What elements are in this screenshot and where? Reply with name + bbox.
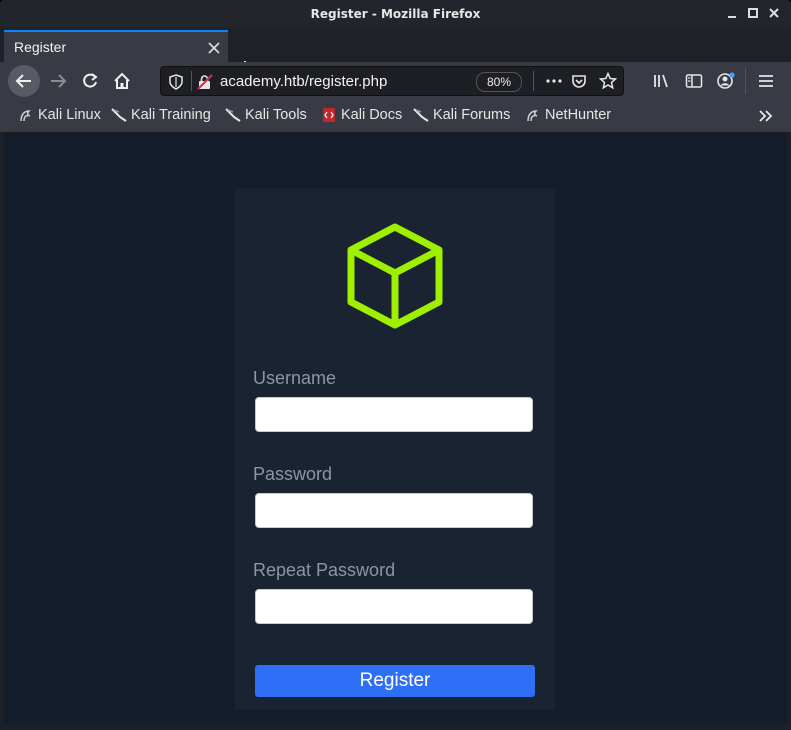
username-input[interactable] bbox=[256, 398, 532, 431]
bookmark-label: Kali Training bbox=[131, 107, 211, 123]
url-text[interactable]: academy.htb/register.php bbox=[220, 73, 387, 90]
browser-window: Register - Mozilla Firefox Register acad… bbox=[0, 0, 791, 730]
register-button[interactable]: Register bbox=[255, 665, 535, 697]
bookmark-kali-docs[interactable]: Kali Docs bbox=[321, 107, 402, 123]
sidebar-icon[interactable] bbox=[680, 67, 708, 95]
bookmark-kali-forums[interactable]: Kali Forums bbox=[413, 107, 510, 123]
reload-icon[interactable] bbox=[76, 67, 104, 95]
chevron-overflow-icon[interactable] bbox=[758, 108, 774, 128]
maximize-icon[interactable] bbox=[746, 7, 760, 21]
account-icon[interactable] bbox=[712, 67, 740, 95]
more-actions-icon[interactable] bbox=[545, 73, 563, 93]
repeat-password-label: Repeat Password bbox=[253, 560, 396, 580]
minimize-icon[interactable] bbox=[725, 7, 739, 21]
close-window-icon[interactable] bbox=[767, 7, 781, 21]
kali-docs-icon bbox=[321, 107, 337, 123]
zoom-level[interactable]: 80% bbox=[476, 72, 522, 92]
url-bar[interactable]: academy.htb/register.php 80% bbox=[160, 66, 624, 96]
pocket-icon[interactable] bbox=[571, 73, 587, 93]
window-title: Register - Mozilla Firefox bbox=[310, 7, 481, 21]
bookmark-kali-linux[interactable]: Kali Linux bbox=[18, 107, 101, 123]
url-separator-2 bbox=[533, 71, 534, 91]
bookmark-label: Kali Forums bbox=[433, 107, 511, 123]
tab-bar: Register bbox=[0, 28, 791, 75]
bookmark-star-icon[interactable] bbox=[598, 71, 618, 94]
bookmark-label: Kali Linux bbox=[38, 107, 101, 123]
menu-icon[interactable] bbox=[752, 67, 780, 95]
kali-knife-icon bbox=[413, 107, 429, 123]
password-field[interactable] bbox=[255, 493, 533, 528]
toolbar-separator bbox=[745, 68, 746, 94]
url-separator bbox=[191, 71, 192, 91]
repeat-password-input[interactable] bbox=[256, 590, 532, 623]
back-arrow-icon[interactable] bbox=[10, 67, 38, 95]
bookmark-label: Kali Docs bbox=[341, 107, 403, 123]
tab-register[interactable]: Register bbox=[4, 30, 228, 62]
bookmark-label: NetHunter bbox=[545, 107, 612, 123]
bookmarks-toolbar: Kali Linux Kali Training Kali Tools Kali… bbox=[0, 100, 791, 133]
repeat-password-field[interactable] bbox=[255, 589, 533, 624]
bookmark-kali-training[interactable]: Kali Training bbox=[111, 107, 211, 123]
nav-bar: academy.htb/register.php 80% bbox=[0, 62, 791, 100]
bookmark-label: Kali Tools bbox=[245, 107, 307, 123]
password-label: Password bbox=[253, 464, 333, 484]
register-card: Username Password Repeat Password Regist… bbox=[235, 188, 555, 710]
bookmark-nethunter[interactable]: NetHunter bbox=[525, 107, 611, 123]
home-icon[interactable] bbox=[108, 67, 136, 95]
kali-dragon-icon bbox=[18, 107, 34, 123]
kali-dragon-icon bbox=[525, 107, 541, 123]
password-input[interactable] bbox=[256, 494, 532, 527]
username-label: Username bbox=[253, 368, 337, 388]
username-field[interactable] bbox=[255, 397, 533, 432]
forward-arrow-icon[interactable] bbox=[44, 67, 72, 95]
title-bar: Register - Mozilla Firefox bbox=[0, 0, 791, 28]
shield-icon[interactable] bbox=[169, 74, 183, 94]
bookmark-kali-tools[interactable]: Kali Tools bbox=[225, 107, 307, 123]
kali-knife-icon bbox=[225, 107, 241, 123]
tab-close-icon[interactable] bbox=[208, 38, 220, 58]
cube-logo-icon bbox=[343, 222, 447, 330]
kali-knife-icon bbox=[111, 107, 127, 123]
page-content: Username Password Repeat Password Regist… bbox=[4, 133, 787, 725]
insecure-lock-icon[interactable] bbox=[197, 74, 213, 94]
tab-label: Register bbox=[14, 39, 67, 55]
library-icon[interactable] bbox=[648, 67, 676, 95]
